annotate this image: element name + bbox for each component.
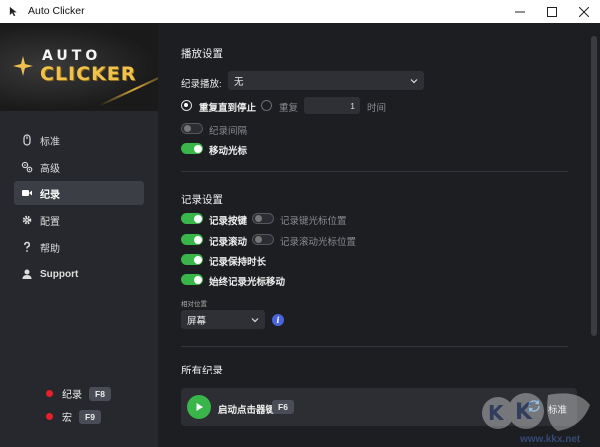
app-icon <box>9 6 17 17</box>
relative-position-select[interactable]: 屏幕 <box>181 310 265 329</box>
sidebar-item-label: 标准 <box>40 136 60 148</box>
start-clicker-key[interactable]: F6 <box>272 400 294 414</box>
record-interval-label: 纪录间隔 <box>209 126 248 137</box>
sidebar-item-help[interactable]: 帮助 <box>14 235 144 259</box>
cog-cluster-icon <box>14 161 40 173</box>
mouse-icon <box>14 134 40 146</box>
minimize-icon <box>515 11 525 12</box>
all-records-title: 所有纪录 <box>181 365 223 374</box>
sidebar-item-label: 配置 <box>40 216 60 228</box>
chevron-down-icon <box>410 78 418 83</box>
repeat-label: 重复 <box>279 103 299 114</box>
repeat-count-input[interactable]: 1 <box>304 97 360 114</box>
app-logo: AUTO CLICKER <box>0 23 158 111</box>
sidebar-item-label: 纪录 <box>40 189 60 201</box>
sidebar-item-advanced[interactable]: 高级 <box>14 155 144 179</box>
record-keys-toggle[interactable] <box>181 213 203 224</box>
record-dot-icon <box>46 390 53 397</box>
start-clicker-button[interactable] <box>187 395 211 419</box>
maximize-button[interactable] <box>536 0 568 23</box>
record-interval-toggle[interactable] <box>181 123 203 134</box>
sidebar-item-support[interactable]: Support <box>14 262 144 286</box>
always-record-cursor-label: 始终记录光标移动 <box>209 277 286 288</box>
playback-settings-title: 播放设置 <box>181 48 223 60</box>
star-icon <box>13 56 33 76</box>
record-playback-select[interactable]: 无 <box>228 71 424 90</box>
sidebar-item-record[interactable]: 纪录 <box>14 181 144 205</box>
window-title: Auto Clicker <box>28 5 85 17</box>
macro-hotkey-label: 宏 <box>62 413 72 424</box>
swap-mode-icon <box>528 400 540 412</box>
repeat-count-radio[interactable] <box>261 100 272 111</box>
sidebar-item-standard[interactable]: 标准 <box>14 128 144 152</box>
record-keys-label: 记录按键 <box>209 216 248 227</box>
logo-line-2: CLICKER <box>40 63 137 85</box>
title-bar: Auto Clicker <box>0 0 600 23</box>
chevron-down-icon <box>251 317 259 322</box>
record-hotkey-key[interactable]: F8 <box>89 386 111 401</box>
record-playback-value: 无 <box>234 76 244 88</box>
macro-dot-icon <box>46 413 53 420</box>
macro-hotkey: 宏 F9 <box>46 409 101 424</box>
video-camera-icon <box>14 187 40 199</box>
repeat-until-stop-radio[interactable] <box>181 100 192 111</box>
record-hold-time-toggle[interactable] <box>181 254 203 265</box>
scrollbar-thumb[interactable] <box>591 36 597 336</box>
record-hold-time-label: 记录保持时长 <box>209 257 267 268</box>
watermark-url: www.kkx.net <box>520 434 581 445</box>
times-label: 时间 <box>367 103 387 114</box>
maximize-icon <box>547 6 557 17</box>
sidebar-item-config[interactable]: 配置 <box>14 208 144 232</box>
move-cursor-label: 移动光标 <box>209 146 248 157</box>
record-playback-label: 纪录播放: <box>181 79 222 90</box>
section-divider <box>181 346 568 347</box>
move-cursor-toggle[interactable] <box>181 143 203 154</box>
mode-switch-button[interactable] <box>526 398 542 414</box>
minimize-button[interactable] <box>504 0 536 23</box>
mode-label: 标准 <box>548 405 568 416</box>
relative-position-value: 屏幕 <box>187 315 207 327</box>
sidebar-item-label: 帮助 <box>40 243 60 255</box>
repeat-until-stop-label: 重复直到停止 <box>199 103 257 114</box>
start-clicker-label: 启动点击器键 <box>218 405 276 416</box>
record-hotkey: 纪录 F8 <box>46 386 111 401</box>
question-icon <box>14 241 40 253</box>
sidebar-item-label: Support <box>40 268 79 280</box>
user-support-icon <box>14 268 40 280</box>
close-button[interactable] <box>568 0 600 23</box>
record-key-cursor-pos-label: 记录键光标位置 <box>280 216 347 227</box>
section-divider <box>181 171 568 172</box>
info-icon[interactable]: i <box>272 314 284 326</box>
logo-line-1: AUTO <box>42 48 102 64</box>
record-scroll-toggle[interactable] <box>181 234 203 245</box>
play-icon <box>196 403 203 411</box>
always-record-cursor-toggle[interactable] <box>181 274 203 285</box>
record-scroll-cursor-pos-label: 记录滚动光标位置 <box>280 237 357 248</box>
gear-icon <box>14 214 40 226</box>
record-scroll-label: 记录滚动 <box>209 237 248 248</box>
record-scroll-cursor-pos-toggle[interactable] <box>252 234 274 245</box>
record-key-cursor-pos-toggle[interactable] <box>252 213 274 224</box>
sidebar-item-label: 高级 <box>40 163 60 175</box>
recording-settings-title: 记录设置 <box>181 194 223 206</box>
close-icon <box>579 6 589 17</box>
macro-hotkey-key[interactable]: F9 <box>79 409 101 424</box>
relative-position-label: 相对位置 <box>181 301 207 308</box>
record-hotkey-label: 纪录 <box>62 390 82 401</box>
